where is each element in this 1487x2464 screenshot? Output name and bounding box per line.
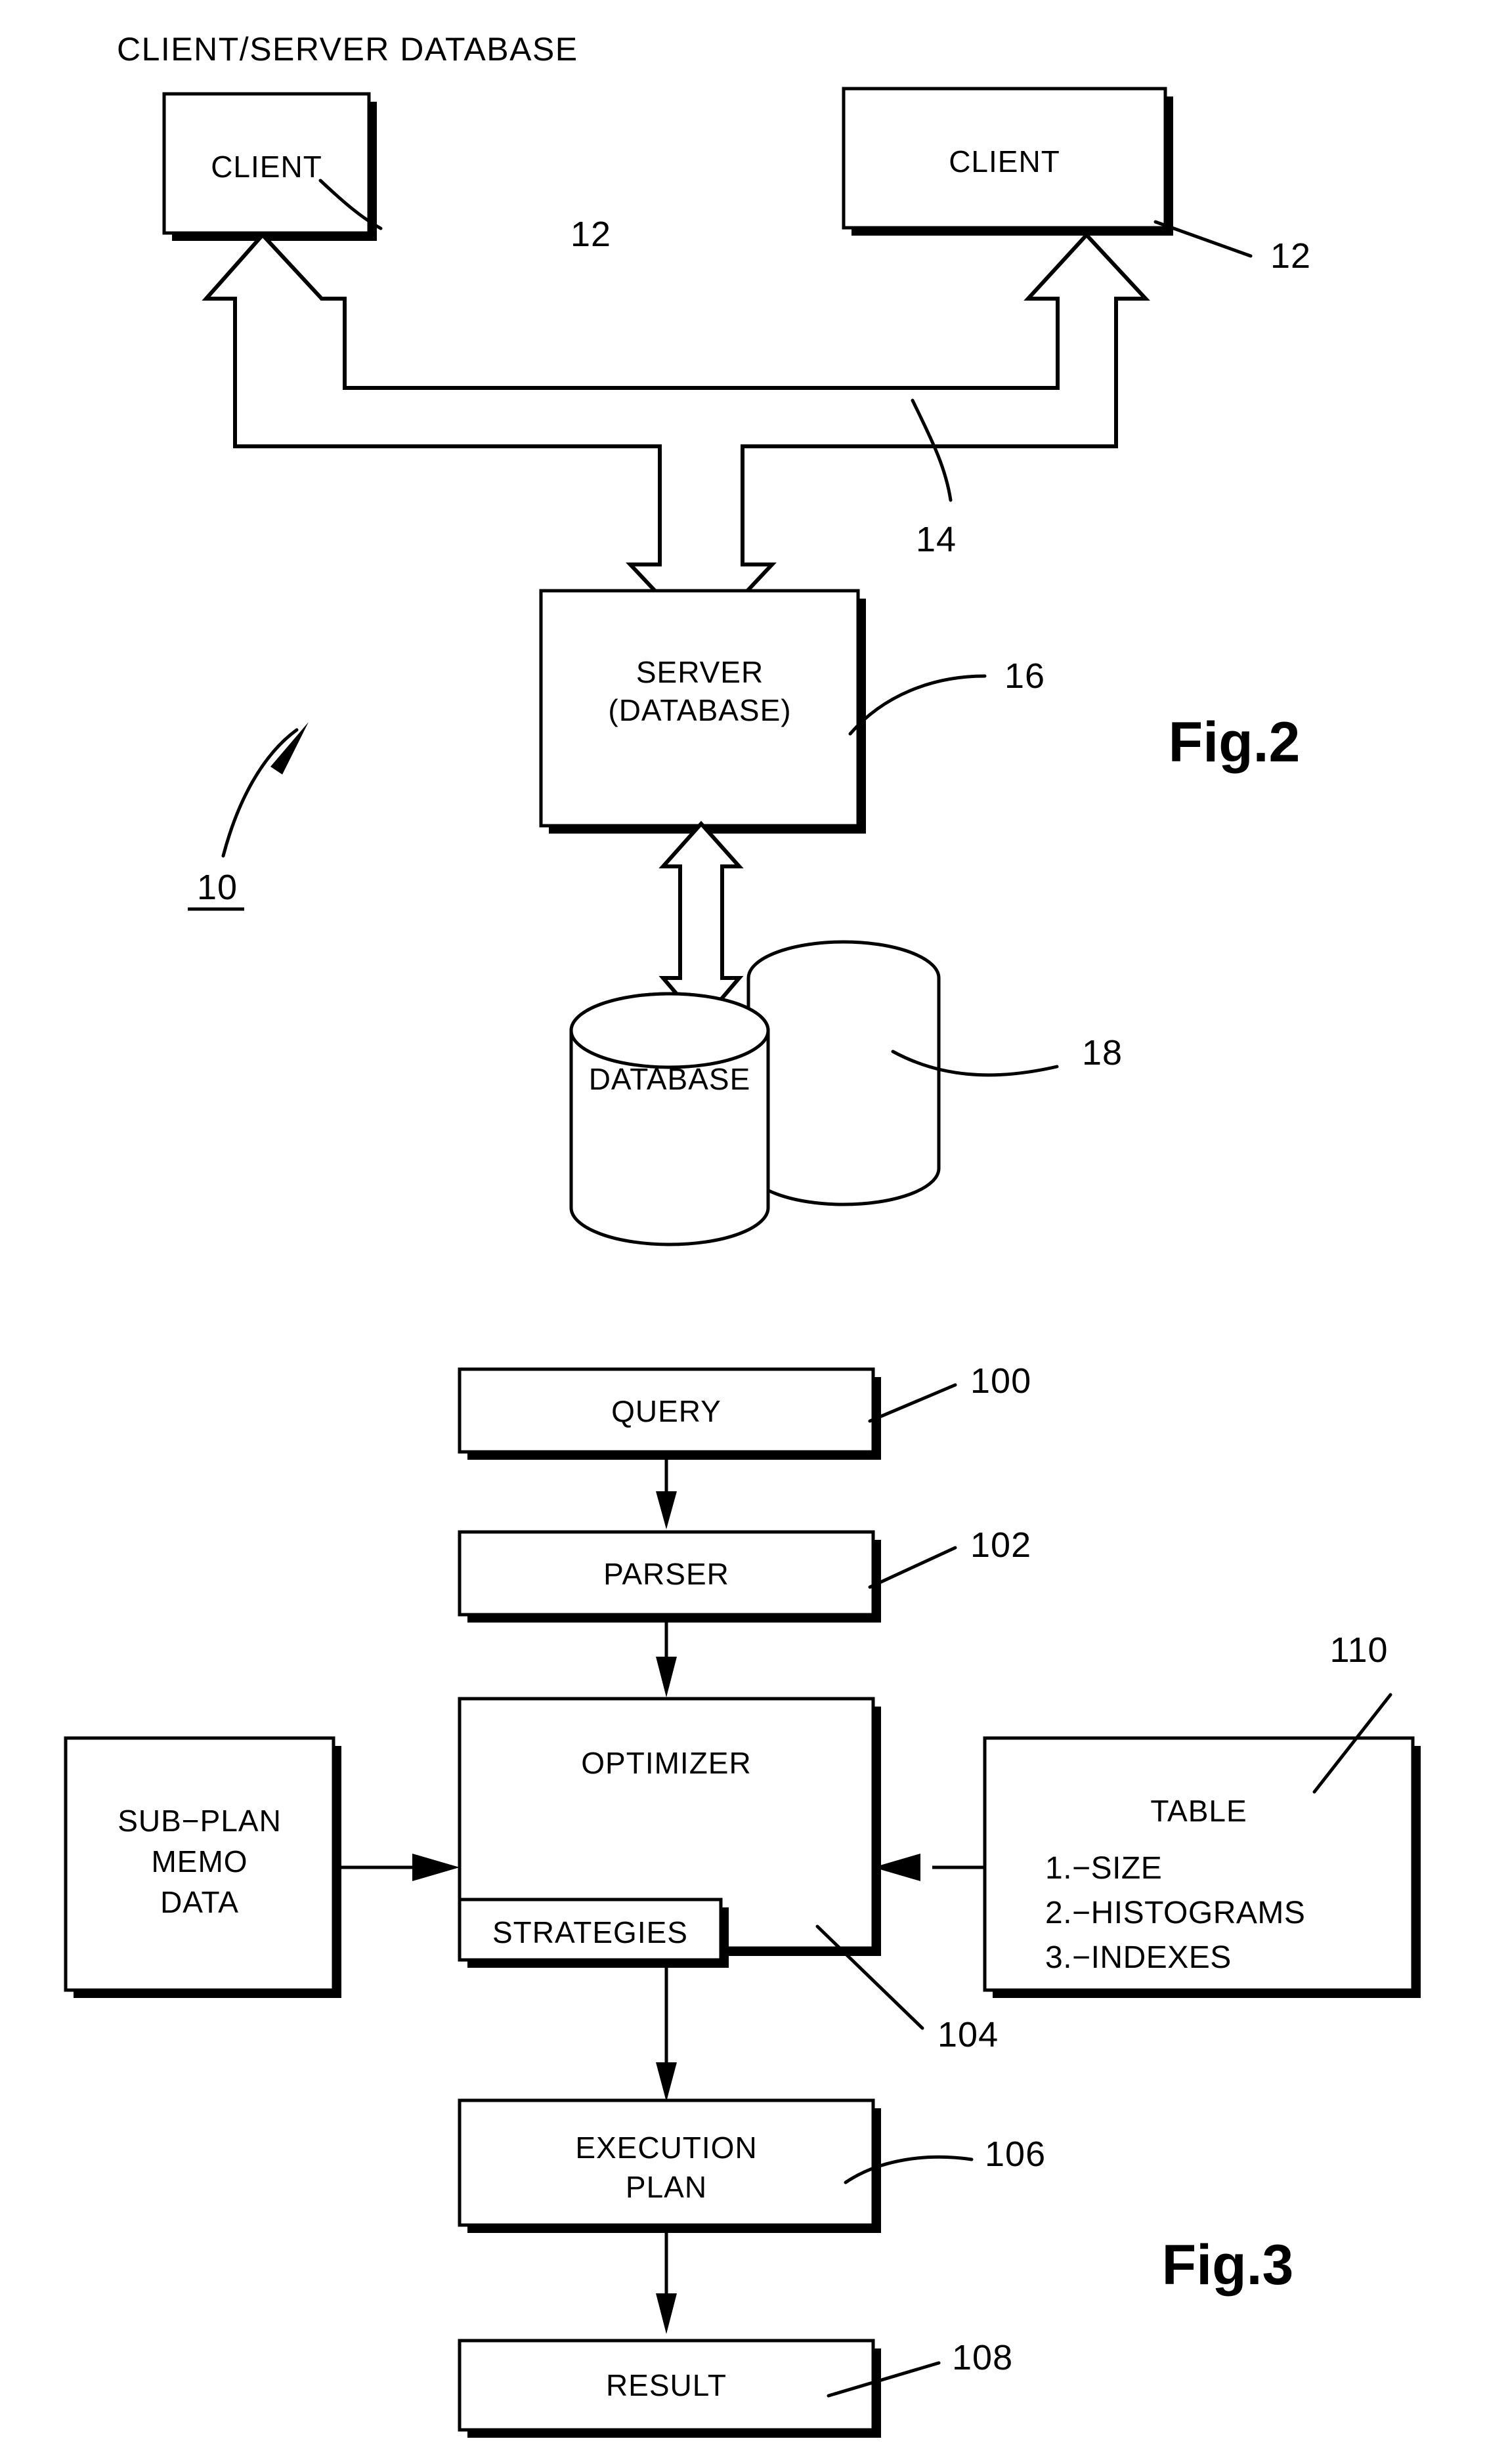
- figure-3-group: QUERY 100 PARSER 102 OPTIMIZER STRATEGIE…: [64, 1361, 1421, 2438]
- database-cylinder-back: [746, 940, 941, 1206]
- client-left-label: CLIENT: [211, 150, 322, 184]
- arrowhead-execution-result: [656, 2293, 677, 2334]
- figure-canvas: CLIENT/SERVER DATABASE CLIENT 12 CLIENT …: [64, 31, 1421, 2438]
- client-right-label: CLIENT: [949, 144, 1060, 179]
- ref-12-right: 12: [1270, 236, 1311, 276]
- arrowhead-subplan-optimizer: [412, 1854, 460, 1881]
- execution-label-line1: EXECUTION: [575, 2131, 757, 2165]
- query-leader: [868, 1383, 957, 1423]
- server-label-line2: (DATABASE): [608, 693, 791, 727]
- optimizer-label: OPTIMIZER: [581, 1746, 751, 1780]
- ref-12-left: 12: [571, 215, 611, 254]
- table-box: TABLE 1.−SIZE 2.−HISTOGRAMS 3.−INDEXES: [983, 1736, 1421, 1998]
- ref-18: 18: [1082, 1033, 1123, 1073]
- network-block-arrow: [202, 232, 1150, 643]
- arrowhead-query-parser: [656, 1491, 677, 1529]
- strategies-label: STRATEGIES: [492, 1915, 688, 1949]
- server-box: SERVER (DATABASE): [539, 589, 866, 834]
- subplan-label-line3: DATA: [160, 1885, 239, 1919]
- table-item-2: 2.−HISTOGRAMS: [1045, 1896, 1305, 1930]
- ref-16: 16: [1004, 656, 1045, 696]
- subplan-label-line2: MEMO: [151, 1844, 248, 1879]
- client-right-box: CLIENT: [842, 87, 1173, 236]
- parser-label: PARSER: [603, 1557, 729, 1591]
- result-label: RESULT: [606, 2368, 727, 2402]
- ref-104: 104: [937, 2015, 999, 2054]
- ref-102: 102: [970, 1525, 1031, 1565]
- query-label: QUERY: [611, 1394, 722, 1428]
- client-left-box: CLIENT: [162, 92, 377, 241]
- figure-2-group: CLIENT/SERVER DATABASE CLIENT 12 CLIENT …: [117, 31, 1311, 1246]
- figure3-caption: Fig.3: [1162, 2234, 1294, 2297]
- table-label: TABLE: [1150, 1794, 1247, 1828]
- result-box: RESULT: [458, 2339, 881, 2438]
- execution-label-line2: PLAN: [626, 2170, 707, 2204]
- query-box: QUERY: [458, 1367, 881, 1460]
- database-label: DATABASE: [589, 1062, 751, 1096]
- database-cylinders: DATABASE: [569, 940, 941, 1246]
- ref-14: 14: [916, 520, 957, 559]
- arrowhead-optimizer-execution: [656, 2062, 677, 2102]
- table-item-3: 3.−INDEXES: [1045, 1940, 1232, 1975]
- client-right-leader: [1153, 220, 1253, 258]
- execution-plan-box: EXECUTION PLAN: [458, 2098, 881, 2233]
- server-label-line1: SERVER: [636, 655, 764, 689]
- subplan-label-line1: SUB−PLAN: [118, 1804, 282, 1838]
- ref-106: 106: [985, 2135, 1046, 2174]
- patent-figure-sheet: CLIENT/SERVER DATABASE CLIENT 12 CLIENT …: [0, 0, 1487, 2464]
- figure2-title: CLIENT/SERVER DATABASE: [117, 31, 578, 68]
- table-item-1: 1.−SIZE: [1045, 1851, 1162, 1886]
- subplan-memo-data-box: SUB−PLAN MEMO DATA: [64, 1736, 341, 1998]
- ref-108: 108: [952, 2338, 1013, 2377]
- ref-10: 10: [197, 868, 238, 907]
- server-leader: [848, 674, 987, 736]
- arrowhead-parser-optimizer: [656, 1657, 677, 1697]
- figure2-caption: Fig.2: [1169, 711, 1301, 774]
- parser-box: PARSER: [458, 1530, 881, 1623]
- parser-leader: [868, 1546, 957, 1589]
- ref-100: 100: [970, 1361, 1031, 1401]
- ref-110: 110: [1329, 1630, 1388, 1670]
- database-cylinder-front-top: [569, 992, 770, 1069]
